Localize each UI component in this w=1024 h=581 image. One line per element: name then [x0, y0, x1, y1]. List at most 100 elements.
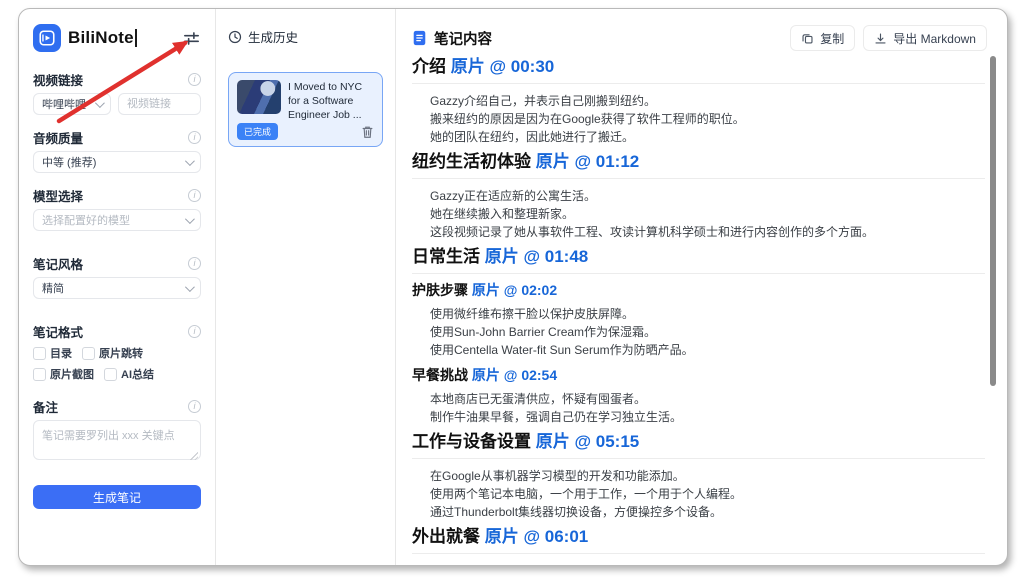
info-icon[interactable]: i — [188, 400, 201, 413]
bilinote-logo-icon — [33, 24, 61, 52]
origin-video-link[interactable]: 原片 — [485, 527, 519, 546]
vertical-scrollbar[interactable] — [990, 56, 996, 386]
video-link-group: 视频链接 i 哔哩哔哩 — [33, 71, 201, 115]
note-paragraph: 使用Sun-John Barrier Cream作为保湿霜。 — [412, 323, 985, 341]
download-icon — [874, 32, 887, 45]
settings-sliders-icon[interactable] — [182, 29, 201, 48]
note-paragraph: 使用两个笔记本电脑，一个用于工作，一个用于个人编程。 — [412, 485, 985, 503]
note-paragraph: Gazzy正在适应新的公寓生活。 — [412, 187, 985, 205]
checkbox-box[interactable] — [104, 368, 117, 381]
checkbox-option-1[interactable]: 原片跳转 — [82, 345, 143, 361]
section-heading: 护肤步骤 原片 @ 02:02 — [412, 282, 985, 298]
checkbox-label: AI总结 — [121, 366, 154, 382]
checkbox-option-2[interactable]: 原片截图 — [33, 366, 94, 382]
note-paragraph: 这段视频记录了她从事软件工程、攻读计算机科学硕士和进行内容创作的多个方面。 — [412, 223, 985, 241]
section-title: 日常生活 — [412, 247, 485, 266]
chevron-down-icon — [185, 156, 195, 166]
note-style-select[interactable]: 精简 — [33, 277, 201, 299]
remark-group: 备注 i — [33, 398, 201, 465]
model-select-placeholder: 选择配置好的模型 — [42, 212, 130, 228]
history-card[interactable]: I Moved to NYC for a Software Engineer J… — [228, 72, 383, 147]
origin-video-link[interactable]: 原片 — [472, 282, 500, 298]
section-heading: 纽约生活初体验 原片 @ 01:12 — [412, 152, 985, 179]
checkbox-box[interactable] — [33, 347, 46, 360]
section-title: 介绍 — [412, 57, 451, 76]
history-panel: 生成历史 I Moved to NYC for a Software Engin… — [216, 9, 396, 565]
section-heading: 介绍 原片 @ 00:30 — [412, 57, 985, 84]
history-header: 生成历史 — [228, 27, 383, 46]
timestamp-link[interactable]: @ 06:01 — [519, 527, 589, 546]
note-paragraph: 使用Centella Water-fit Sun Serum作为防晒产品。 — [412, 341, 985, 359]
video-link-label: 视频链接 — [33, 70, 83, 89]
note-paragraph: 制作牛油果早餐，强调自己仍在学习独立生活。 — [412, 408, 985, 426]
note-style-label: 笔记风格 — [33, 254, 83, 273]
trash-icon[interactable] — [361, 125, 374, 139]
copy-icon — [801, 32, 814, 45]
timestamp-link[interactable]: @ 05:15 — [570, 432, 640, 451]
export-markdown-button[interactable]: 导出 Markdown — [863, 25, 987, 51]
video-url-input[interactable] — [118, 93, 201, 115]
section-title: 外出就餐 — [412, 527, 485, 546]
section-heading: 早餐挑战 原片 @ 02:54 — [412, 367, 985, 383]
resize-grip[interactable] — [189, 451, 198, 460]
chevron-down-icon — [185, 214, 195, 224]
origin-video-link[interactable]: 原片 — [472, 367, 500, 383]
section-heading: 外出就餐 原片 @ 06:01 — [412, 527, 985, 554]
model-select-group: 模型选择 i 选择配置好的模型 — [33, 187, 201, 231]
chevron-down-icon — [95, 98, 105, 108]
note-content-title: 笔记内容 — [434, 28, 492, 49]
note-paragraph: 她的团队在纽约，因此她进行了搬迁。 — [412, 128, 985, 146]
origin-video-link[interactable]: 原片 — [451, 57, 485, 76]
audio-quality-label: 音频质量 — [33, 128, 83, 147]
timestamp-link[interactable]: @ 02:54 — [500, 367, 557, 383]
note-paragraph: 本地商店已无蛋清供应，怀疑有囤蛋者。 — [412, 390, 985, 408]
copy-label: 复制 — [820, 30, 844, 47]
note-content-panel: 笔记内容 复制 导出 Markdown 介绍 原片 @ 00:30Gazzy — [396, 9, 1007, 565]
info-icon[interactable]: i — [188, 131, 201, 144]
note-paragraph: 搬来纽约的原因是因为在Google获得了软件工程师的职位。 — [412, 110, 985, 128]
origin-video-link[interactable]: 原片 — [485, 247, 519, 266]
checkbox-option-0[interactable]: 目录 — [33, 345, 72, 361]
timestamp-link[interactable]: @ 00:30 — [485, 57, 555, 76]
chevron-down-icon — [185, 282, 195, 292]
note-style-value: 精简 — [42, 280, 64, 296]
checkbox-option-3[interactable]: AI总结 — [104, 366, 154, 382]
note-paragraph: 通过Thunderbolt集线器切换设备，方便操控多个设备。 — [412, 503, 985, 521]
note-format-options: 目录原片跳转原片截图 AI总结 — [33, 345, 201, 382]
info-icon[interactable]: i — [188, 189, 201, 202]
remark-textarea[interactable] — [33, 420, 201, 460]
app-window: BiliNote 视频链接 i 哔哩哔哩 — [18, 8, 1008, 566]
settings-sidebar: BiliNote 视频链接 i 哔哩哔哩 — [19, 9, 216, 565]
note-header: 笔记内容 复制 导出 Markdown — [412, 25, 987, 51]
origin-video-link[interactable]: 原片 — [536, 152, 570, 171]
checkbox-box[interactable] — [33, 368, 46, 381]
info-icon[interactable]: i — [188, 257, 201, 270]
timestamp-link[interactable]: @ 01:48 — [519, 247, 589, 266]
section-heading: 工作与设备设置 原片 @ 05:15 — [412, 432, 985, 459]
timestamp-link[interactable]: @ 01:12 — [570, 152, 640, 171]
app-title: BiliNote — [68, 28, 134, 48]
audio-quality-select[interactable]: 中等 (推荐) — [33, 151, 201, 173]
model-select-label: 模型选择 — [33, 186, 83, 205]
timestamp-link[interactable]: @ 02:02 — [500, 282, 557, 298]
platform-select[interactable]: 哔哩哔哩 — [33, 93, 111, 115]
copy-button[interactable]: 复制 — [790, 25, 855, 51]
video-thumbnail — [237, 80, 281, 114]
section-title: 护肤步骤 — [412, 282, 472, 298]
info-icon[interactable]: i — [188, 325, 201, 338]
audio-quality-value: 中等 (推荐) — [42, 154, 96, 170]
checkbox-label: 目录 — [50, 345, 72, 361]
section-title: 早餐挑战 — [412, 367, 472, 383]
status-badge: 已完成 — [237, 123, 278, 140]
info-icon[interactable]: i — [188, 73, 201, 86]
checkbox-box[interactable] — [82, 347, 95, 360]
note-format-group: 笔记格式 i 目录原片跳转原片截图AI总结 — [33, 323, 201, 382]
clock-icon — [228, 30, 242, 44]
model-select[interactable]: 选择配置好的模型 — [33, 209, 201, 231]
generate-notes-button[interactable]: 生成笔记 — [33, 485, 201, 509]
note-paragraph: 在Google从事机器学习模型的开发和功能添加。 — [412, 467, 985, 485]
note-paragraph: 使用微纤维布擦干脸以保护皮肤屏障。 — [412, 305, 985, 323]
section-heading: 日常生活 原片 @ 01:48 — [412, 247, 985, 274]
note-sections: 介绍 原片 @ 00:30Gazzy介绍自己，并表示自己刚搬到纽约。搬来纽约的原… — [396, 57, 1007, 554]
origin-video-link[interactable]: 原片 — [536, 432, 570, 451]
